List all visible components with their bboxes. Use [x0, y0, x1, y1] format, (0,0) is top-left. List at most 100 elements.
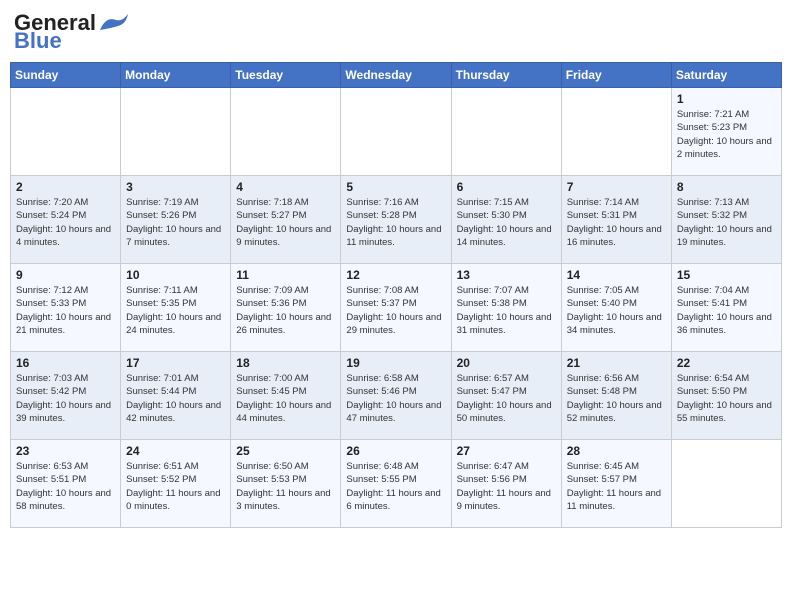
day-number: 12	[346, 268, 445, 282]
calendar-day-12: 12 Sunrise: 7:08 AM Sunset: 5:37 PM Dayli…	[341, 264, 451, 352]
day-info: Sunrise: 6:57 AM Sunset: 5:47 PM Dayligh…	[457, 372, 556, 425]
day-number: 2	[16, 180, 115, 194]
day-info: Sunrise: 6:45 AM Sunset: 5:57 PM Dayligh…	[567, 460, 666, 513]
day-number: 11	[236, 268, 335, 282]
day-info: Sunrise: 6:48 AM Sunset: 5:55 PM Dayligh…	[346, 460, 445, 513]
logo: General Blue	[14, 10, 134, 54]
day-number: 10	[126, 268, 225, 282]
calendar-day-9: 9 Sunrise: 7:12 AM Sunset: 5:33 PM Daylig…	[11, 264, 121, 352]
calendar-day-26: 26Sunrise: 6:48 AM Sunset: 5:55 PM Dayli…	[341, 440, 451, 528]
calendar-week-row: 9 Sunrise: 7:12 AM Sunset: 5:33 PM Daylig…	[11, 264, 782, 352]
weekday-header-friday: Friday	[561, 63, 671, 88]
calendar-day-16: 16 Sunrise: 7:03 AM Sunset: 5:42 PM Dayli…	[11, 352, 121, 440]
day-info: Sunrise: 7:13 AM Sunset: 5:32 PM Dayligh…	[677, 196, 776, 249]
calendar-day-2: 2 Sunrise: 7:20 AM Sunset: 5:24 PM Daylig…	[11, 176, 121, 264]
calendar-day-17: 17Sunrise: 7:01 AM Sunset: 5:44 PM Dayli…	[121, 352, 231, 440]
calendar-day-21: 21 Sunrise: 6:56 AM Sunset: 5:48 PM Dayli…	[561, 352, 671, 440]
weekday-header-tuesday: Tuesday	[231, 63, 341, 88]
day-number: 4	[236, 180, 335, 194]
day-number: 9	[16, 268, 115, 282]
day-number: 18	[236, 356, 335, 370]
day-number: 28	[567, 444, 666, 458]
day-info: Sunrise: 7:20 AM Sunset: 5:24 PM Dayligh…	[16, 196, 115, 249]
day-number: 3	[126, 180, 225, 194]
calendar-table: SundayMondayTuesdayWednesdayThursdayFrid…	[10, 62, 782, 528]
day-info: Sunrise: 7:15 AM Sunset: 5:30 PM Dayligh…	[457, 196, 556, 249]
day-number: 22	[677, 356, 776, 370]
day-info: Sunrise: 6:50 AM Sunset: 5:53 PM Dayligh…	[236, 460, 335, 513]
calendar-week-row: 16 Sunrise: 7:03 AM Sunset: 5:42 PM Dayli…	[11, 352, 782, 440]
day-info: Sunrise: 7:19 AM Sunset: 5:26 PM Dayligh…	[126, 196, 225, 249]
calendar-day-4: 4 Sunrise: 7:18 AM Sunset: 5:27 PM Daylig…	[231, 176, 341, 264]
day-number: 20	[457, 356, 556, 370]
calendar-day-5: 5 Sunrise: 7:16 AM Sunset: 5:28 PM Daylig…	[341, 176, 451, 264]
day-number: 27	[457, 444, 556, 458]
calendar-day-20: 20 Sunrise: 6:57 AM Sunset: 5:47 PM Dayli…	[451, 352, 561, 440]
calendar-empty-cell	[451, 88, 561, 176]
day-info: Sunrise: 6:47 AM Sunset: 5:56 PM Dayligh…	[457, 460, 556, 513]
day-number: 24	[126, 444, 225, 458]
page-header: General Blue	[10, 10, 782, 54]
weekday-header-sunday: Sunday	[11, 63, 121, 88]
day-info: Sunrise: 7:18 AM Sunset: 5:27 PM Dayligh…	[236, 196, 335, 249]
calendar-day-15: 15 Sunrise: 7:04 AM Sunset: 5:41 PM Dayli…	[671, 264, 781, 352]
calendar-empty-cell	[341, 88, 451, 176]
logo-bird-icon	[98, 12, 134, 34]
day-number: 16	[16, 356, 115, 370]
day-info: Sunrise: 7:21 AM Sunset: 5:23 PM Dayligh…	[677, 108, 776, 161]
day-number: 17	[126, 356, 225, 370]
calendar-empty-cell	[121, 88, 231, 176]
day-number: 6	[457, 180, 556, 194]
calendar-day-23: 23 Sunrise: 6:53 AM Sunset: 5:51 PM Dayli…	[11, 440, 121, 528]
day-info: Sunrise: 7:09 AM Sunset: 5:36 PM Dayligh…	[236, 284, 335, 337]
day-info: Sunrise: 6:53 AM Sunset: 5:51 PM Dayligh…	[16, 460, 115, 513]
calendar-day-25: 25 Sunrise: 6:50 AM Sunset: 5:53 PM Dayli…	[231, 440, 341, 528]
day-info: Sunrise: 7:04 AM Sunset: 5:41 PM Dayligh…	[677, 284, 776, 337]
calendar-empty-cell	[671, 440, 781, 528]
day-number: 5	[346, 180, 445, 194]
calendar-day-13: 13 Sunrise: 7:07 AM Sunset: 5:38 PM Dayli…	[451, 264, 561, 352]
logo-blue: Blue	[14, 28, 62, 54]
day-info: Sunrise: 6:51 AM Sunset: 5:52 PM Dayligh…	[126, 460, 225, 513]
calendar-day-11: 11 Sunrise: 7:09 AM Sunset: 5:36 PM Dayli…	[231, 264, 341, 352]
calendar-day-10: 10 Sunrise: 7:11 AM Sunset: 5:35 PM Dayli…	[121, 264, 231, 352]
day-number: 19	[346, 356, 445, 370]
day-number: 13	[457, 268, 556, 282]
day-info: Sunrise: 7:12 AM Sunset: 5:33 PM Dayligh…	[16, 284, 115, 337]
day-info: Sunrise: 7:07 AM Sunset: 5:38 PM Dayligh…	[457, 284, 556, 337]
calendar-day-6: 6 Sunrise: 7:15 AM Sunset: 5:30 PM Daylig…	[451, 176, 561, 264]
day-info: Sunrise: 7:11 AM Sunset: 5:35 PM Dayligh…	[126, 284, 225, 337]
calendar-empty-cell	[231, 88, 341, 176]
calendar-day-28: 28 Sunrise: 6:45 AM Sunset: 5:57 PM Dayli…	[561, 440, 671, 528]
calendar-day-24: 24 Sunrise: 6:51 AM Sunset: 5:52 PM Dayli…	[121, 440, 231, 528]
calendar-empty-cell	[561, 88, 671, 176]
day-info: Sunrise: 6:56 AM Sunset: 5:48 PM Dayligh…	[567, 372, 666, 425]
calendar-day-22: 22Sunrise: 6:54 AM Sunset: 5:50 PM Dayli…	[671, 352, 781, 440]
day-number: 15	[677, 268, 776, 282]
day-number: 21	[567, 356, 666, 370]
day-info: Sunrise: 7:08 AM Sunset: 5:37 PM Dayligh…	[346, 284, 445, 337]
weekday-header-saturday: Saturday	[671, 63, 781, 88]
day-info: Sunrise: 7:16 AM Sunset: 5:28 PM Dayligh…	[346, 196, 445, 249]
day-info: Sunrise: 6:58 AM Sunset: 5:46 PM Dayligh…	[346, 372, 445, 425]
weekday-header-row: SundayMondayTuesdayWednesdayThursdayFrid…	[11, 63, 782, 88]
day-info: Sunrise: 7:03 AM Sunset: 5:42 PM Dayligh…	[16, 372, 115, 425]
calendar-day-1: 1 Sunrise: 7:21 AM Sunset: 5:23 PM Daylig…	[671, 88, 781, 176]
day-number: 7	[567, 180, 666, 194]
day-number: 25	[236, 444, 335, 458]
day-info: Sunrise: 7:05 AM Sunset: 5:40 PM Dayligh…	[567, 284, 666, 337]
calendar-day-18: 18 Sunrise: 7:00 AM Sunset: 5:45 PM Dayli…	[231, 352, 341, 440]
day-number: 14	[567, 268, 666, 282]
calendar-day-7: 7Sunrise: 7:14 AM Sunset: 5:31 PM Daylig…	[561, 176, 671, 264]
day-number: 23	[16, 444, 115, 458]
calendar-empty-cell	[11, 88, 121, 176]
calendar-week-row: 1 Sunrise: 7:21 AM Sunset: 5:23 PM Daylig…	[11, 88, 782, 176]
day-number: 8	[677, 180, 776, 194]
calendar-week-row: 2 Sunrise: 7:20 AM Sunset: 5:24 PM Daylig…	[11, 176, 782, 264]
weekday-header-monday: Monday	[121, 63, 231, 88]
calendar-day-27: 27 Sunrise: 6:47 AM Sunset: 5:56 PM Dayli…	[451, 440, 561, 528]
calendar-day-3: 3 Sunrise: 7:19 AM Sunset: 5:26 PM Daylig…	[121, 176, 231, 264]
day-number: 1	[677, 92, 776, 106]
calendar-day-19: 19 Sunrise: 6:58 AM Sunset: 5:46 PM Dayli…	[341, 352, 451, 440]
day-info: Sunrise: 7:00 AM Sunset: 5:45 PM Dayligh…	[236, 372, 335, 425]
